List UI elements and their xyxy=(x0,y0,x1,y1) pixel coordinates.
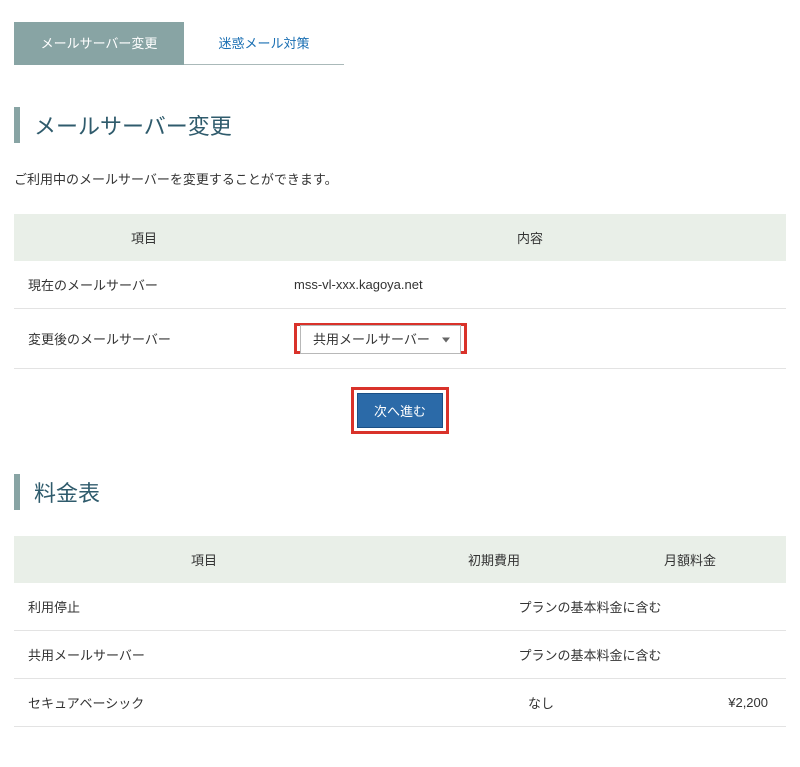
fee-row-label: セキュアベーシック xyxy=(14,679,394,727)
table-row: 変更後のメールサーバー 共用メールサーバー xyxy=(14,309,786,369)
settings-header-content: 内容 xyxy=(274,214,786,261)
tab-spam-settings[interactable]: 迷惑メール対策 xyxy=(184,22,344,64)
table-row: 共用メールサーバー プランの基本料金に含む xyxy=(14,631,786,679)
tab-bar: メールサーバー変更 迷惑メール対策 xyxy=(14,22,344,65)
table-row: セキュアベーシック なし ¥2,200 xyxy=(14,679,786,727)
highlight-box-next: 次へ進む xyxy=(351,387,449,434)
current-server-label: 現在のメールサーバー xyxy=(14,261,274,309)
chevron-down-icon xyxy=(442,337,450,342)
fee-row-monthly: ¥2,200 xyxy=(594,679,786,727)
heading-mail-server-change: メールサーバー変更 xyxy=(14,107,786,143)
fee-row-merged: プランの基本料金に含む xyxy=(394,583,786,631)
select-value: 共用メールサーバー xyxy=(313,332,430,347)
fee-row-merged: プランの基本料金に含む xyxy=(394,631,786,679)
new-server-select[interactable]: 共用メールサーバー xyxy=(300,325,461,354)
fee-row-label: 共用メールサーバー xyxy=(14,631,394,679)
button-row: 次へ進む xyxy=(14,387,786,434)
fees-header-item: 項目 xyxy=(14,536,394,583)
table-row: 利用停止 プランの基本料金に含む xyxy=(14,583,786,631)
fees-header-monthly: 月額料金 xyxy=(594,536,786,583)
table-row: 現在のメールサーバー mss-vl-xxx.kagoya.net xyxy=(14,261,786,309)
current-server-value: mss-vl-xxx.kagoya.net xyxy=(274,261,786,309)
fees-table: 項目 初期費用 月額料金 利用停止 プランの基本料金に含む 共用メールサーバー … xyxy=(14,536,786,727)
settings-header-item: 項目 xyxy=(14,214,274,261)
description-text: ご利用中のメールサーバーを変更することができます。 xyxy=(14,169,786,188)
fee-row-label: 利用停止 xyxy=(14,583,394,631)
highlight-box-select: 共用メールサーバー xyxy=(294,323,467,354)
settings-table: 項目 内容 現在のメールサーバー mss-vl-xxx.kagoya.net 変… xyxy=(14,214,786,369)
tab-mail-server-change[interactable]: メールサーバー変更 xyxy=(14,22,184,65)
heading-fee-table: 料金表 xyxy=(14,474,786,510)
fees-header-initcost: 初期費用 xyxy=(394,536,594,583)
new-server-label: 変更後のメールサーバー xyxy=(14,309,274,369)
fee-row-initcost: なし xyxy=(394,679,594,727)
next-button[interactable]: 次へ進む xyxy=(357,393,443,428)
